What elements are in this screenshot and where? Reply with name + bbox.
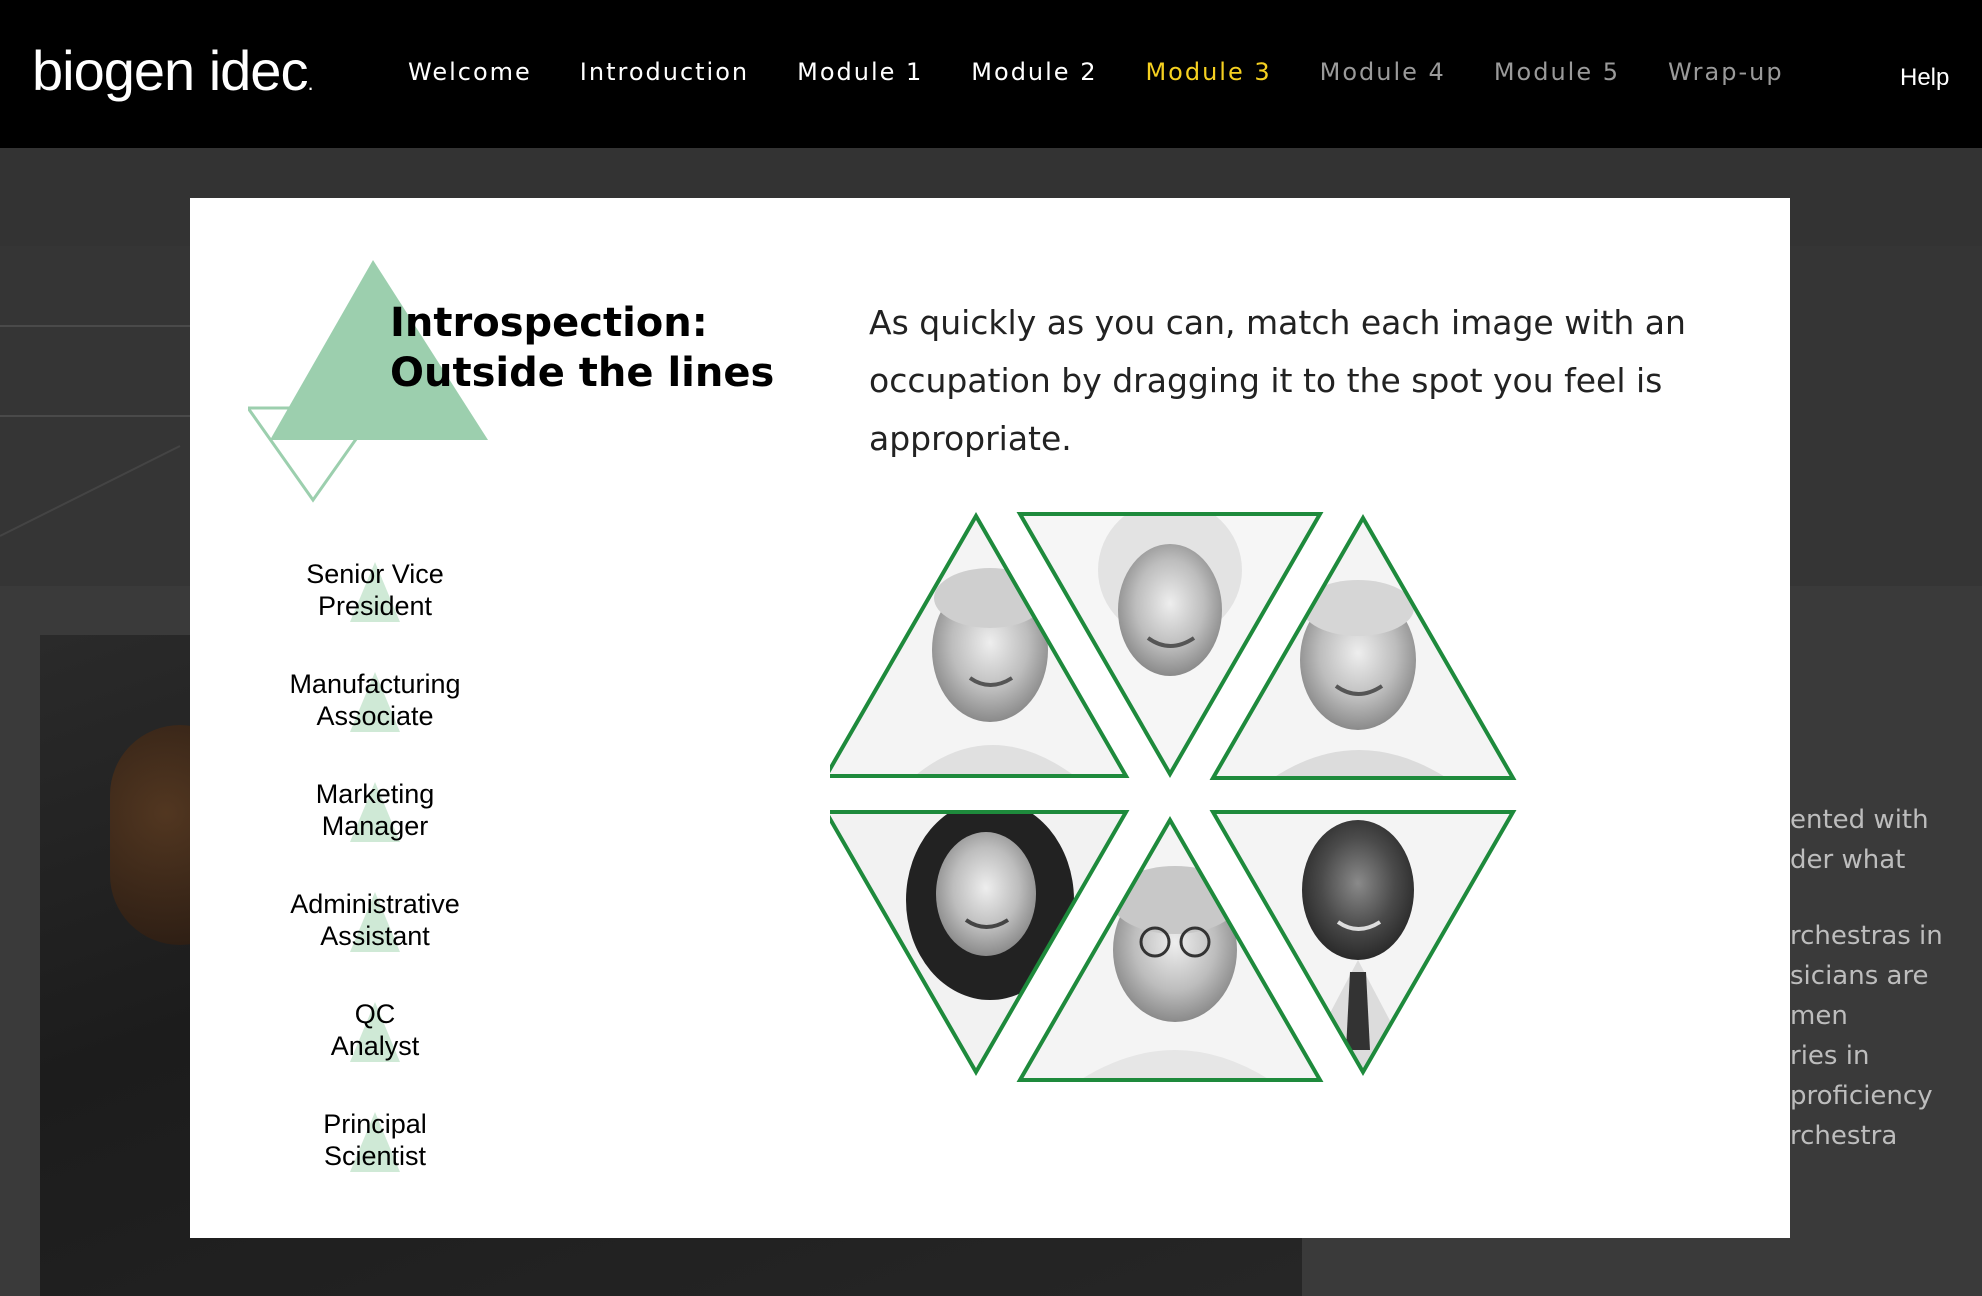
logo-text: biogen idec	[32, 39, 308, 102]
modal-title: Introspection: Outside the lines	[390, 298, 774, 398]
main-nav: Welcome Introduction Module 1 Module 2 M…	[408, 58, 1832, 86]
bg-line: rchestra	[1790, 1121, 1898, 1151]
title-line-1: Introspection:	[390, 300, 708, 346]
occupation-line-1: Marketing	[315, 779, 435, 809]
activity-modal: Introspection: Outside the lines As quic…	[190, 198, 1790, 1238]
biogen-idec-logo: biogen idec.	[32, 38, 314, 103]
occupation-qc-analyst[interactable]: QC Analyst	[250, 998, 500, 1108]
nav-module-3[interactable]: Module 3	[1145, 58, 1271, 86]
occupation-line-1: Principal	[323, 1109, 427, 1139]
instructions-text: As quickly as you can, match each image …	[869, 303, 1686, 458]
occupation-line-2: Assistant	[320, 921, 430, 951]
nav-module-2[interactable]: Module 2	[971, 58, 1097, 86]
occupation-administrative-assistant[interactable]: Administrative Assistant	[250, 888, 500, 998]
occupation-line-2: Manager	[321, 811, 429, 841]
bg-line: ries in	[1790, 1041, 1870, 1071]
bg-line: men	[1790, 1001, 1848, 1031]
nav-wrap-up[interactable]: Wrap-up	[1668, 58, 1784, 86]
occupation-line-2: President	[317, 591, 433, 621]
occupation-line-1: QC	[354, 999, 396, 1029]
title-line-2: Outside the lines	[390, 350, 775, 396]
occupation-manufacturing-associate[interactable]: Manufacturing Associate	[250, 668, 500, 778]
nav-welcome[interactable]: Welcome	[408, 58, 532, 86]
nav-module-4[interactable]: Module 4	[1320, 58, 1446, 86]
occupation-line-1: Administrative	[290, 889, 460, 919]
bg-line: proficiency	[1790, 1081, 1933, 1111]
background-article-text: ented with der what rchestras in sicians…	[1790, 800, 1980, 1156]
bg-line: sicians are	[1790, 961, 1929, 991]
occupation-senior-vice-president[interactable]: Senior Vice President	[250, 558, 500, 668]
top-navigation-bar: biogen idec. Welcome Introduction Module…	[0, 0, 1982, 148]
bg-line: der what	[1790, 845, 1906, 875]
occupation-line-2: Analyst	[330, 1031, 420, 1061]
bg-line: rchestras in	[1790, 921, 1943, 951]
occupation-line-1: Manufacturing	[289, 669, 461, 699]
bg-line: ented with	[1790, 805, 1929, 835]
help-link[interactable]: Help	[1900, 64, 1949, 92]
photo-triangle-grid	[830, 511, 1517, 1082]
occupation-line-1: Senior Vice	[306, 559, 444, 589]
occupation-principal-scientist[interactable]: Principal Scientist	[250, 1108, 500, 1218]
nav-module-1[interactable]: Module 1	[797, 58, 923, 86]
occupation-marketing-manager[interactable]: Marketing Manager	[250, 778, 500, 888]
occupation-list: Senior Vice President Manufacturing Asso…	[250, 558, 500, 1218]
logo-mark: .	[307, 70, 313, 95]
occupation-line-2: Scientist	[323, 1141, 427, 1171]
nav-module-5[interactable]: Module 5	[1494, 58, 1620, 86]
nav-introduction[interactable]: Introduction	[580, 58, 749, 86]
occupation-line-2: Associate	[316, 701, 434, 731]
